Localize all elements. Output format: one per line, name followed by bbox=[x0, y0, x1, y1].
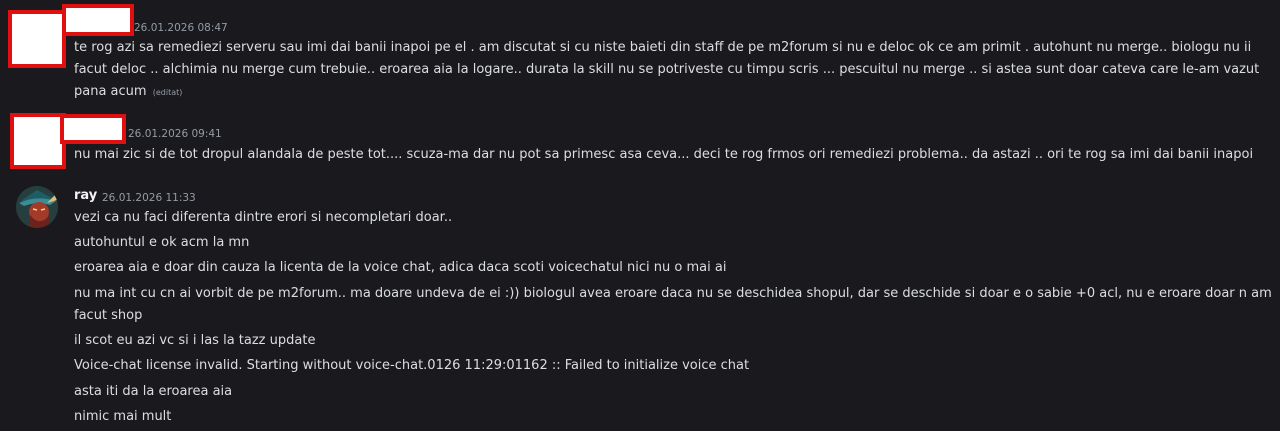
message-text-line: autohuntul e ok acm la mn bbox=[74, 235, 250, 250]
username-redacted[interactable] bbox=[62, 4, 134, 36]
message-text-line: facut deloc .. alchimia nu merge cum tre… bbox=[74, 62, 1260, 77]
message-text-line: nimic mai mult bbox=[74, 409, 172, 424]
message-text-line: nu mai zic si de tot dropul alandala de … bbox=[74, 147, 1254, 162]
message-text-line: nu ma int cu cn ai vorbit de pe m2forum.… bbox=[74, 286, 1272, 301]
username[interactable]: ray bbox=[74, 188, 97, 203]
message-text-line: te rog azi sa remediezi serveru sau imi … bbox=[74, 40, 1252, 55]
message-text-line: vezi ca nu faci diferenta dintre erori s… bbox=[74, 210, 453, 225]
message-text-line: il scot eu azi vc si i las la tazz updat… bbox=[74, 333, 316, 348]
message-timestamp: 26.01.2026 11:33 bbox=[102, 192, 196, 204]
avatar-image bbox=[16, 186, 58, 228]
username-redacted[interactable] bbox=[60, 114, 126, 144]
avatar[interactable] bbox=[16, 186, 58, 228]
edited-label: (editat) bbox=[152, 88, 183, 97]
avatar-redacted[interactable] bbox=[8, 10, 66, 68]
message-text-line: facut shop bbox=[74, 308, 143, 323]
message-text-line: asta iti da la eroarea aia bbox=[74, 384, 233, 399]
message-text-line: eroarea aia e doar din cauza la licenta … bbox=[74, 260, 727, 275]
message-timestamp: 26.01.2026 09:41 bbox=[128, 128, 222, 140]
avatar-redacted[interactable] bbox=[10, 113, 66, 169]
chat-message-list: 26.01.2026 08:47 te rog azi sa remediezi… bbox=[0, 0, 1280, 431]
message-text-line: Voice-chat license invalid. Starting wit… bbox=[74, 358, 750, 373]
message-text: pana acum bbox=[74, 84, 147, 99]
message-text-line: pana acum (editat) bbox=[74, 81, 182, 104]
message-timestamp: 26.01.2026 08:47 bbox=[134, 22, 228, 34]
